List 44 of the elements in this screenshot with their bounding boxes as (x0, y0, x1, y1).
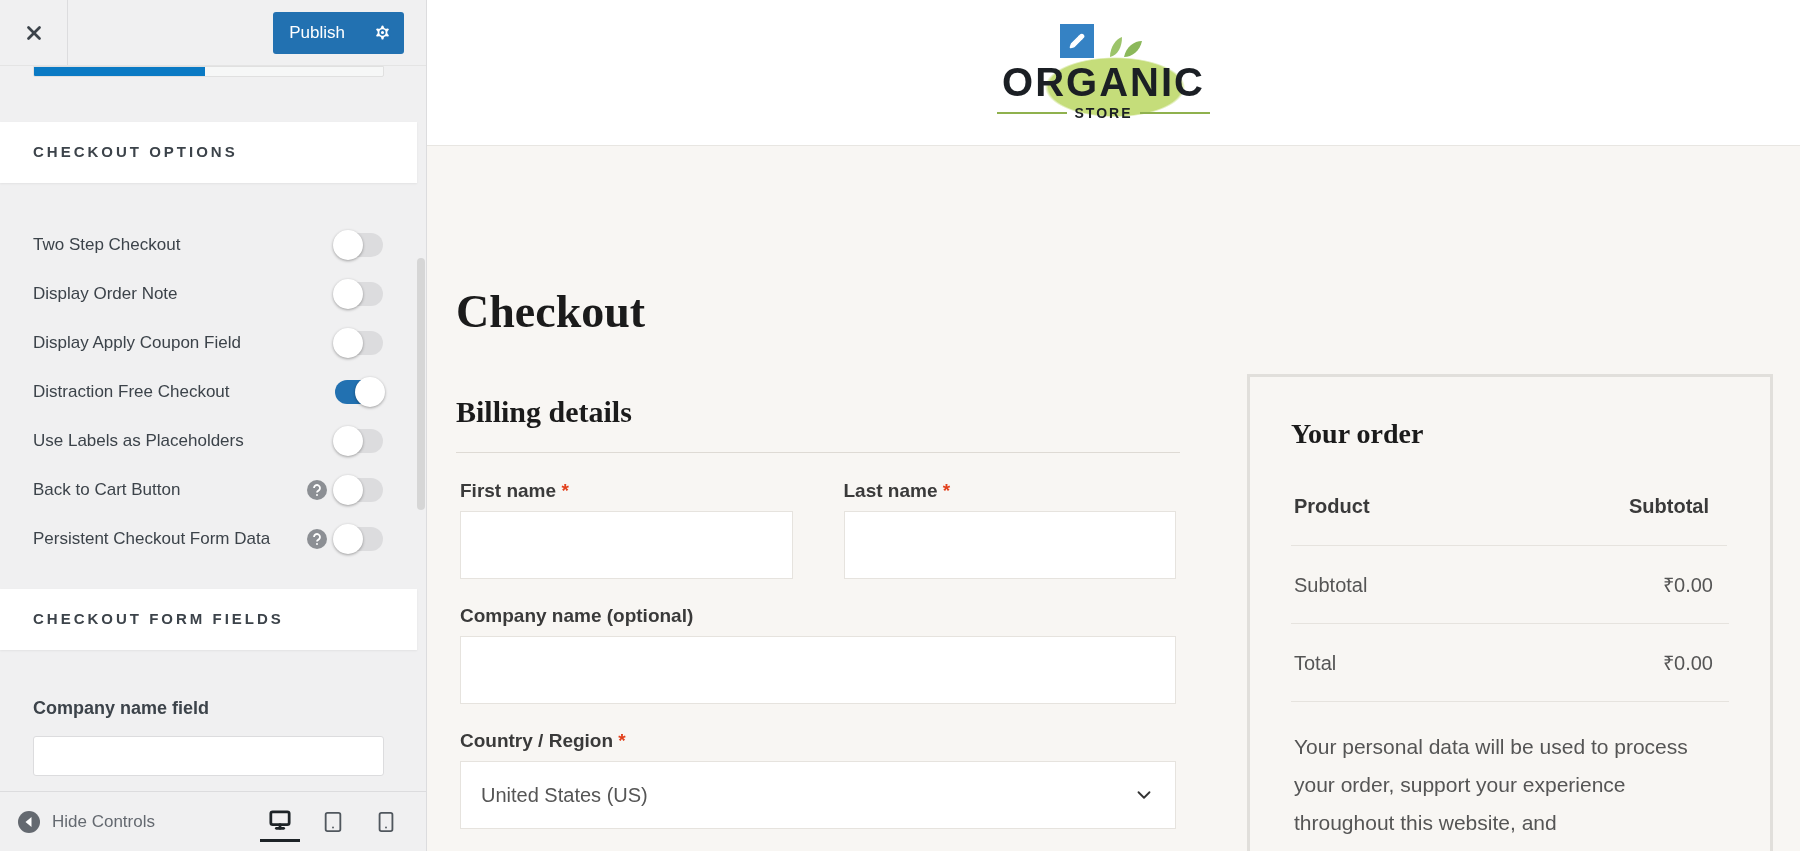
pencil-icon (1068, 32, 1085, 49)
toggle-switch[interactable] (335, 281, 383, 306)
toggle-switch[interactable] (335, 526, 383, 551)
edit-pencil-button[interactable] (1059, 23, 1094, 58)
column-header: Subtotal (1629, 494, 1709, 519)
section-title: CHECKOUT OPTIONS (33, 142, 238, 163)
toggle-switch[interactable] (335, 232, 383, 257)
column-header: Product (1294, 494, 1370, 519)
scrollbar-thumb[interactable] (417, 258, 425, 510)
field-label: Last name * (843, 479, 952, 503)
help-icon[interactable] (307, 528, 327, 549)
field-label: Company name (optional) (460, 604, 695, 628)
hide-controls-button[interactable]: Hide Controls (18, 808, 155, 835)
toggle-label: Persistent Checkout Form Data (33, 528, 272, 550)
toggle-switch[interactable] (335, 379, 383, 404)
toggle-switch[interactable] (335, 477, 383, 502)
page-title: Checkout (456, 286, 647, 338)
toggle-label: Display Order Note (33, 283, 179, 305)
row-value: ₹0.00 (1663, 572, 1713, 598)
country-select[interactable]: United States (US) (460, 761, 1176, 829)
field-label: Country / Region * (460, 729, 627, 753)
section-heading: Billing details (456, 389, 1180, 453)
publish-button[interactable]: Publish (273, 11, 361, 54)
toggle-label: Back to Cart Button (33, 479, 182, 501)
toggle-label: Distraction Free Checkout (33, 381, 231, 403)
toggle-switch[interactable] (335, 428, 383, 453)
field-label: Company name field (32, 697, 211, 720)
row-label: Total (1294, 650, 1337, 676)
toggle-label: Two Step Checkout (33, 234, 182, 256)
row-value: ₹0.00 (1663, 650, 1713, 676)
company-field-select[interactable] (33, 736, 384, 776)
collapse-icon (18, 810, 40, 833)
help-icon[interactable] (307, 479, 327, 500)
text-input[interactable] (460, 511, 793, 579)
order-title: Your order (1291, 417, 1425, 451)
text-input[interactable] (460, 636, 1176, 704)
privacy-note: Your personal data will be used to process your order, support your experience throughout this website, and (1293, 734, 1689, 836)
section-title: CHECKOUT FORM FIELDS (33, 609, 284, 630)
text-input[interactable] (843, 511, 1176, 579)
toggle-label: Display Apply Coupon Field (33, 332, 242, 354)
toggle-switch[interactable] (335, 330, 383, 355)
field-label: First name * (460, 479, 570, 503)
toggle-label: Use Labels as Placeholders (33, 430, 245, 452)
row-label: Subtotal (1294, 572, 1368, 598)
